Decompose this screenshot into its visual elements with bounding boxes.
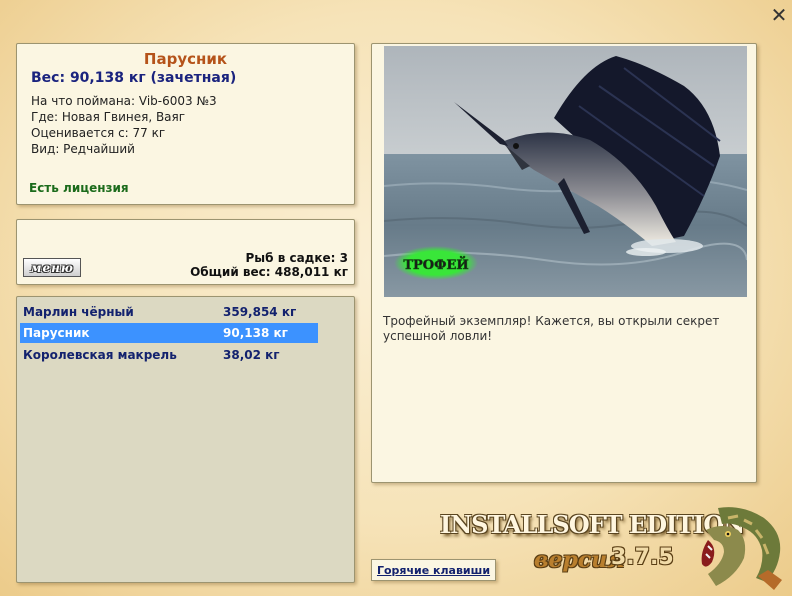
fish-name: Марлин чёрный — [23, 305, 134, 319]
sailfish-photo: ТРОФЕЙ — [384, 46, 747, 297]
fish-list: Марлин чёрный 359,854 кг Парусник 90,138… — [16, 296, 355, 583]
hotkeys-button[interactable]: Горячие клавиши — [371, 559, 496, 581]
rarity-text: Вид: Редчайший — [31, 142, 135, 156]
list-item-selected[interactable]: Парусник 90,138 кг — [20, 323, 318, 343]
fish-weight-value: 38,02 кг — [223, 348, 280, 362]
fish-photo-panel: ТРОФЕЙ Трофейный экземпляр! Кажется, вы … — [371, 43, 757, 483]
version-number: 3.7.5 — [611, 545, 674, 570]
cage-summary-panel: меню Рыб в садке: 3 Общий вес: 488,011 к… — [16, 219, 355, 285]
pike-fish-icon — [701, 507, 782, 590]
trophy-badge-text: ТРОФЕЙ — [403, 256, 468, 273]
caught-on-text: На что поймана: Vib-6003 №3 — [31, 94, 217, 108]
cage-total-weight: Общий вес: 488,011 кг — [190, 265, 348, 279]
fish-name: Парусник — [23, 326, 90, 340]
fish-title: Парусник — [143, 50, 228, 68]
list-item[interactable]: Королевская макрель 38,02 кг — [20, 345, 318, 365]
fish-weight: Вес: 90,138 кг (зачетная) — [31, 70, 237, 86]
fish-name: Королевская макрель — [23, 348, 177, 362]
close-icon[interactable]: ✕ — [768, 3, 790, 27]
fish-info-panel: Парусник Вес: 90,138 кг (зачетная) На чт… — [16, 43, 355, 205]
license-status: Есть лицензия — [29, 181, 129, 195]
list-item[interactable]: Марлин чёрный 359,854 кг — [20, 302, 318, 322]
valued-from-text: Оценивается с: 77 кг — [31, 126, 166, 140]
photo-description: Трофейный экземпляр! Кажется, вы открыли… — [383, 314, 720, 343]
menu-button[interactable]: меню — [23, 258, 81, 277]
fish-weight-value: 359,854 кг — [223, 305, 297, 319]
sailfish-image: ТРОФЕЙ — [384, 46, 747, 297]
location-text: Где: Новая Гвинея, Ваяг — [31, 110, 186, 124]
cage-fish-count: Рыб в садке: 3 — [245, 251, 349, 265]
fish-weight-value: 90,138 кг — [223, 326, 288, 340]
